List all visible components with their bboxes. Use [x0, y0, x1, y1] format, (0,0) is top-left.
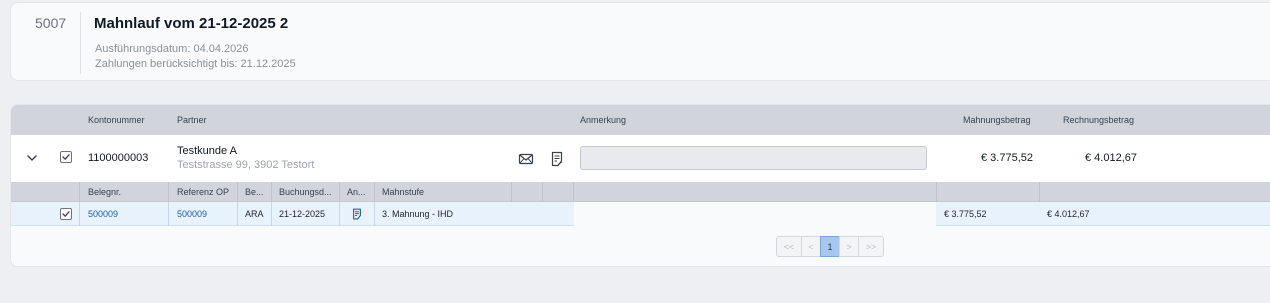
document-list-icon[interactable]	[549, 151, 565, 167]
execution-date: Ausführungsdatum: 04.04.2026	[95, 43, 249, 55]
column-divider	[271, 202, 272, 226]
booking-date-value: 21-12-2025	[279, 209, 326, 219]
column-header-an[interactable]: An...	[347, 187, 366, 197]
column-header-account[interactable]: Kontonummer	[88, 115, 145, 125]
first-page-button[interactable]: <<	[776, 236, 802, 257]
column-header-invoice-amount[interactable]: Rechnungsbetrag	[1063, 115, 1134, 125]
column-divider	[339, 182, 340, 202]
dunning-table-panel: Kontonummer Partner Anmerkung Mahnungsbe…	[10, 104, 1270, 267]
table-row: 1100000003 Testkunde A Teststrasse 99, 3…	[11, 135, 1270, 182]
column-divider	[374, 202, 375, 226]
column-divider	[374, 182, 375, 202]
column-divider	[168, 202, 169, 226]
detail-row-checkbox[interactable]	[60, 208, 72, 220]
envelope-icon[interactable]	[518, 151, 534, 167]
prev-page-button[interactable]: <	[801, 236, 821, 257]
column-header-dunning-level[interactable]: Mahnstufe	[382, 187, 424, 197]
column-header-partner[interactable]: Partner	[177, 115, 207, 125]
row-checkbox[interactable]	[60, 151, 72, 163]
column-header-doc-no[interactable]: Belegnr.	[88, 187, 121, 197]
column-divider	[168, 182, 169, 202]
header-divider	[80, 12, 81, 74]
chevron-down-icon[interactable]	[25, 151, 39, 165]
column-divider	[339, 202, 340, 226]
page-1-button[interactable]: 1	[820, 236, 840, 257]
account-number: 1100000003	[88, 152, 149, 164]
pagination: << < 1 > >>	[776, 236, 884, 257]
column-divider	[573, 182, 574, 202]
column-divider	[271, 182, 272, 202]
column-header-dunning-amount[interactable]: Mahnungsbetrag	[963, 115, 1031, 125]
ref-op-link[interactable]: 500009	[177, 209, 207, 219]
column-divider	[79, 182, 80, 202]
partner-address: Teststrasse 99, 3902 Testort	[177, 159, 315, 171]
column-divider	[542, 182, 543, 202]
column-divider	[936, 182, 937, 202]
column-divider	[79, 202, 80, 226]
page-title: Mahnlauf vom 21-12-2025 2	[94, 15, 289, 32]
last-page-button[interactable]: >>	[858, 236, 884, 257]
column-header-ref-op[interactable]: Referenz OP	[177, 187, 229, 197]
column-header-remark[interactable]: Anmerkung	[580, 115, 626, 125]
checkmark-icon	[62, 211, 70, 217]
remark-input[interactable]	[580, 146, 927, 170]
next-page-button[interactable]: >	[839, 236, 859, 257]
column-divider	[1039, 182, 1040, 202]
doc-no-link[interactable]: 500009	[88, 209, 118, 219]
be-value: ARA	[245, 209, 264, 219]
run-header-card: 5007 Mahnlauf vom 21-12-2025 2 Ausführun…	[10, 2, 1270, 81]
table-header: Kontonummer Partner Anmerkung Mahnungsbe…	[11, 105, 1270, 135]
payments-considered-until: Zahlungen berücksichtigt bis: 21.12.2025	[95, 58, 296, 70]
column-divider	[511, 182, 512, 202]
detail-table-header: Belegnr. Referenz OP Be... Buchungsd... …	[11, 182, 1270, 202]
document-list-icon[interactable]	[351, 208, 363, 220]
detail-remark-cell	[574, 202, 936, 227]
detail-dunning-amount: € 3.775,52	[944, 209, 987, 219]
run-id: 5007	[35, 15, 67, 31]
column-header-be[interactable]: Be...	[245, 187, 264, 197]
invoice-amount: € 4.012,67	[1085, 152, 1137, 164]
partner-name: Testkunde A	[177, 145, 237, 157]
dunning-level-value: 3. Mahnung - IHD	[382, 209, 454, 219]
detail-invoice-amount: € 4.012,67	[1047, 209, 1090, 219]
column-divider	[237, 182, 238, 202]
column-divider	[237, 202, 238, 226]
column-header-booking-date[interactable]: Buchungsd...	[279, 187, 332, 197]
checkmark-icon	[62, 154, 70, 160]
dunning-amount: € 3.775,52	[981, 152, 1033, 164]
